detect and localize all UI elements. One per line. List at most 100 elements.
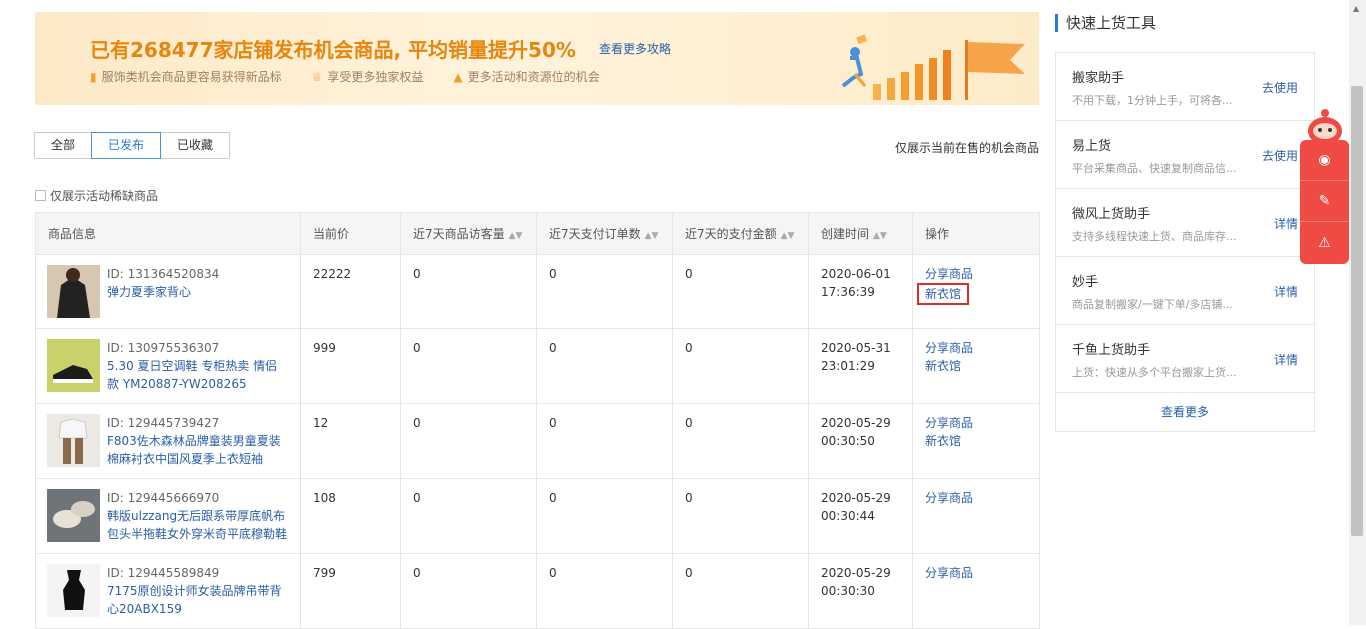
- share-product-link[interactable]: 分享商品: [925, 265, 1027, 283]
- banner-feature: ▲ 更多活动和资源位的机会: [453, 68, 599, 85]
- created-date: 2020-05-31: [821, 341, 891, 355]
- sort-icon[interactable]: ▲▼: [645, 231, 659, 241]
- tool-item: 微风上货助手 支持多线程快速上货、商品库存... 详情: [1056, 189, 1314, 257]
- tab-published[interactable]: 已发布: [91, 132, 162, 159]
- created-date: 2020-06-01: [821, 267, 891, 281]
- sort-icon[interactable]: ▲▼: [781, 231, 795, 241]
- tool-item: 妙手 商品复制搬家/一键下单/多店铺... 详情: [1056, 257, 1314, 325]
- price-cell: 108: [300, 478, 401, 554]
- orders-cell: 0: [536, 328, 673, 404]
- new-clothing-hall-link[interactable]: 新衣馆: [925, 357, 1027, 375]
- price-cell: 999: [300, 328, 401, 404]
- orders-cell: 0: [536, 254, 673, 329]
- amount-cell: 0: [672, 553, 809, 629]
- bookmark-icon: ▮: [90, 69, 97, 84]
- promo-banner: 已有268477家店铺发布机会商品, 平均销量提升50% 查看更多攻略 ▮ 服饰…: [35, 12, 1039, 105]
- amount-cell: 0: [672, 254, 809, 329]
- edit-icon[interactable]: ✎: [1300, 181, 1349, 222]
- product-name-link[interactable]: 弹力夏季家背心: [107, 285, 191, 299]
- product-thumbnail[interactable]: [47, 414, 100, 467]
- banner-illustration: [841, 34, 1025, 100]
- product-id: ID: 129445589849: [107, 566, 220, 580]
- tool-item: 千鱼上货助手 上货：快速从多个平台搬家上货... 详情: [1056, 325, 1314, 393]
- on-sale-note: 仅展示当前在售的机会商品: [894, 141, 1039, 155]
- product-name-link[interactable]: 7175原创设计师女装品牌吊带背心20ABX159: [107, 584, 282, 616]
- new-clothing-hall-link[interactable]: 新衣馆: [925, 432, 1027, 450]
- tool-item: 搬家助手 不用下载，1分钟上手，可将各... 去使用: [1056, 53, 1314, 121]
- product-id: ID: 130975536307: [107, 341, 220, 355]
- amount-cell: 0: [672, 403, 809, 479]
- tab-favorited[interactable]: 已收藏: [160, 132, 231, 159]
- col-price: 当前价: [300, 212, 401, 255]
- crown-icon: ♕: [311, 69, 323, 84]
- table-row: ID: 129445589849 7175原创设计师女装品牌吊带背心20ABX15…: [35, 553, 1040, 629]
- quick-listing-tools: 搬家助手 不用下载，1分钟上手，可将各... 去使用 易上货 平台采集商品、快速…: [1055, 52, 1315, 432]
- banner-feature: ♕ 享受更多独家权益: [312, 68, 424, 85]
- product-thumbnail[interactable]: [47, 265, 100, 318]
- scarce-only-filter[interactable]: 仅展示活动稀缺商品: [35, 187, 158, 204]
- view-more-link[interactable]: 查看更多: [1056, 393, 1314, 431]
- tool-action-button[interactable]: 去使用: [1262, 79, 1298, 96]
- created-time: 00:30:50: [821, 434, 875, 448]
- chat-icon[interactable]: ◉: [1300, 140, 1349, 181]
- product-name-link[interactable]: 5.30 夏日空调鞋 专柜热卖 情侣款 YM20887-YW208265: [107, 359, 277, 391]
- created-date: 2020-05-29: [821, 416, 891, 430]
- col-product-info: 商品信息: [35, 212, 301, 255]
- col-amount[interactable]: 近7天的支付金额 ▲▼: [672, 212, 809, 255]
- created-time: 17:36:39: [821, 285, 875, 299]
- tool-desc: 商品复制搬家/一键下单/多店铺...: [1072, 298, 1233, 311]
- price-cell: 799: [300, 553, 401, 629]
- amount-cell: 0: [672, 478, 809, 554]
- tool-item: 易上货 平台采集商品、快速复制商品信... 去使用: [1056, 121, 1314, 189]
- sort-icon[interactable]: ▲▼: [509, 231, 523, 241]
- created-date: 2020-05-29: [821, 566, 891, 580]
- share-product-link[interactable]: 分享商品: [925, 339, 1027, 357]
- feature-label: 享受更多独家权益: [327, 70, 424, 84]
- scrollbar-thumb[interactable]: [1351, 86, 1363, 536]
- price-cell: 22222: [300, 254, 401, 329]
- product-name-link[interactable]: 韩版ulzzang无后跟系带厚底帆布包头半拖鞋女外穿米奇平底穆勒鞋: [107, 509, 287, 541]
- tool-action-button[interactable]: 去使用: [1262, 147, 1298, 164]
- share-product-link[interactable]: 分享商品: [925, 489, 1027, 507]
- product-table: 商品信息 当前价 近7天商品访客量 ▲▼ 近7天支付订单数 ▲▼ 近7天的支付金额 ▲…: [35, 212, 1040, 629]
- orders-cell: 0: [536, 553, 673, 629]
- product-name-link[interactable]: F803佐木森林品牌童装男童夏装棉麻衬衣中国风夏季上衣短袖: [107, 434, 281, 466]
- more-tips-link[interactable]: 查看更多攻略: [599, 40, 671, 57]
- orders-cell: 0: [536, 403, 673, 479]
- col-created-label: 创建时间: [821, 227, 870, 241]
- sort-icon[interactable]: ▲▼: [873, 231, 887, 241]
- orders-cell: 0: [536, 478, 673, 554]
- share-product-link[interactable]: 分享商品: [925, 564, 1027, 582]
- tool-name: 千鱼上货助手: [1072, 343, 1151, 358]
- tool-action-button[interactable]: 详情: [1274, 283, 1298, 300]
- product-id: ID: 131364520834: [107, 267, 220, 281]
- scarce-only-label: 仅展示活动稀缺商品: [50, 189, 159, 203]
- tool-action-button[interactable]: 详情: [1274, 351, 1298, 368]
- floating-action-bar: ◉ ✎ ⚠: [1300, 140, 1349, 264]
- banner-features: ▮ 服饰类机会商品更容易获得新品标 ♕ 享受更多独家权益 ▲ 更多活动和资源位的…: [90, 68, 600, 85]
- feature-label: 更多活动和资源位的机会: [467, 70, 600, 84]
- tool-action-button[interactable]: 详情: [1274, 215, 1298, 232]
- tab-all[interactable]: 全部: [34, 132, 93, 159]
- warning-icon[interactable]: ⚠: [1300, 222, 1349, 263]
- tool-desc: 支持多线程快速上货、商品库存...: [1072, 230, 1237, 243]
- amount-cell: 0: [672, 328, 809, 404]
- price-cell: 12: [300, 403, 401, 479]
- tool-name: 妙手: [1072, 275, 1099, 290]
- col-orders-label: 近7天支付订单数: [549, 227, 641, 241]
- banner-title: 已有268477家店铺发布机会商品, 平均销量提升50%: [90, 38, 576, 62]
- product-thumbnail[interactable]: [47, 489, 100, 542]
- new-clothing-hall-link[interactable]: 新衣馆: [917, 283, 970, 305]
- product-thumbnail[interactable]: [47, 339, 100, 392]
- created-time: 00:30:30: [821, 584, 875, 598]
- col-visitors-label: 近7天商品访客量: [413, 227, 505, 241]
- product-thumbnail[interactable]: [47, 564, 100, 617]
- scroll-up-icon[interactable]: ▲: [1353, 4, 1359, 13]
- col-visitors[interactable]: 近7天商品访客量 ▲▼: [400, 212, 537, 255]
- col-created[interactable]: 创建时间 ▲▼: [808, 212, 913, 255]
- share-product-link[interactable]: 分享商品: [925, 414, 1027, 432]
- tool-name: 微风上货助手: [1072, 207, 1151, 222]
- banner-feature: ▮ 服饰类机会商品更容易获得新品标: [90, 68, 282, 85]
- col-orders[interactable]: 近7天支付订单数 ▲▼: [536, 212, 673, 255]
- scarce-only-checkbox[interactable]: [35, 190, 46, 201]
